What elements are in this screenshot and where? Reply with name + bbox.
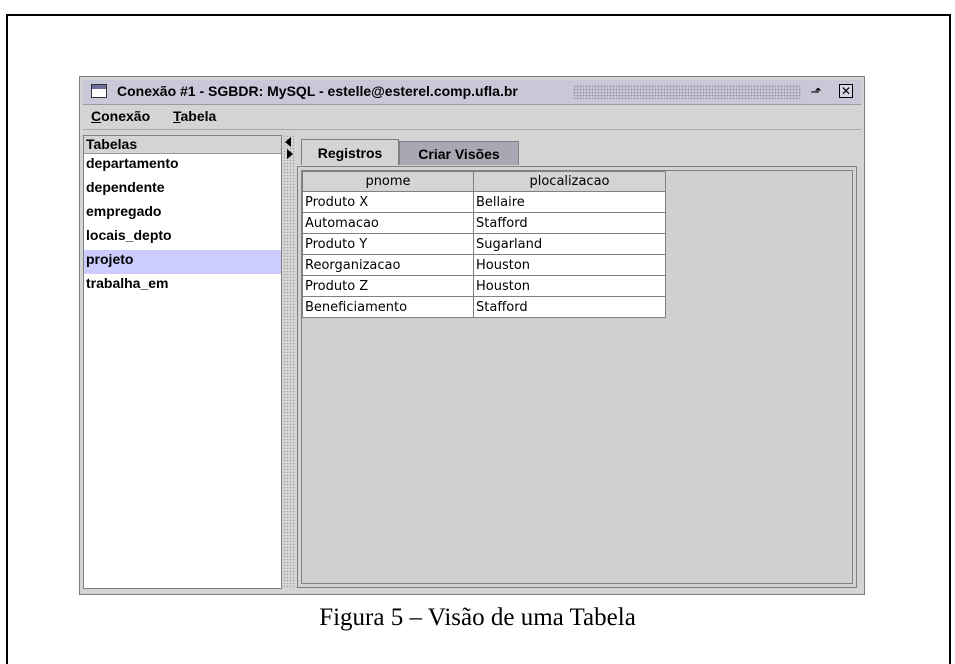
table-row[interactable]: Automacao Stafford [302, 212, 666, 234]
table-cell[interactable]: Houston [473, 275, 666, 297]
table-cell[interactable]: Reorganizacao [302, 254, 474, 276]
table-row[interactable]: Reorganizacao Houston [302, 254, 666, 276]
sidebar-item-empregado[interactable]: empregado [84, 202, 281, 226]
table-cell[interactable]: Sugarland [473, 233, 666, 255]
menu-tabela[interactable]: Tabela [173, 108, 216, 124]
collapse-right-icon[interactable] [287, 149, 293, 159]
sidebar-item-departamento[interactable]: departamento [84, 154, 281, 178]
restore-icon[interactable]: ⬏ [808, 84, 824, 100]
table-cell[interactable]: Stafford [473, 296, 666, 318]
menu-tabela-label: abela [180, 108, 217, 124]
table-cell[interactable]: Produto Y [302, 233, 474, 255]
close-icon[interactable]: ✕ [839, 84, 853, 98]
figure-caption: Figura 5 – Visão de uma Tabela [319, 604, 636, 631]
sidebar-item-locais-depto[interactable]: locais_depto [84, 226, 281, 250]
column-header-plocalizacao[interactable]: plocalizacao [473, 171, 666, 192]
table-row[interactable]: Produto Z Houston [302, 275, 666, 297]
table-row[interactable]: Produto Y Sugarland [302, 233, 666, 255]
table-cell[interactable]: Stafford [473, 212, 666, 234]
menu-tabela-mnemonic: T [173, 108, 181, 124]
window-icon [91, 84, 107, 98]
table-row[interactable]: Produto X Bellaire [302, 191, 666, 213]
tab-content: pnome plocalizacao Produto X Bellaire Au… [297, 166, 857, 588]
tables-list-panel: Tabelas departamento dependente empregad… [83, 135, 282, 589]
sidebar-item-projeto[interactable]: projeto [84, 250, 281, 274]
title-bar-texture [573, 85, 801, 99]
table-header-row: pnome plocalizacao [302, 171, 666, 192]
app-window: Conexão #1 - SGBDR: MySQL - estelle@este… [79, 76, 865, 595]
tab-criar-visoes[interactable]: Criar Visões [399, 141, 519, 165]
table-cell[interactable]: Bellaire [473, 191, 666, 213]
table-cell[interactable]: Houston [473, 254, 666, 276]
tab-registros[interactable]: Registros [301, 139, 399, 165]
window-title: Conexão #1 - SGBDR: MySQL - estelle@este… [117, 83, 518, 99]
sidebar-item-dependente[interactable]: dependente [84, 178, 281, 202]
menu-conexao-mnemonic: C [91, 108, 102, 124]
records-table: pnome plocalizacao Produto X Bellaire Au… [302, 171, 666, 318]
table-row[interactable]: Beneficiamento Stafford [302, 296, 666, 318]
title-bar[interactable]: Conexão #1 - SGBDR: MySQL - estelle@este… [83, 80, 861, 105]
table-cell[interactable]: Beneficiamento [302, 296, 474, 318]
table-cell[interactable]: Produto Z [302, 275, 474, 297]
records-view: pnome plocalizacao Produto X Bellaire Au… [301, 170, 853, 584]
collapse-left-icon[interactable] [285, 137, 291, 147]
tables-list-header: Tabelas [84, 136, 281, 154]
menu-conexao-label: onexão [101, 108, 151, 124]
sidebar-item-trabalha-em[interactable]: trabalha_em [84, 274, 281, 298]
column-header-pnome[interactable]: pnome [302, 171, 474, 192]
table-cell[interactable]: Produto X [302, 191, 474, 213]
menu-bar: Conexão Tabela [83, 105, 861, 130]
table-cell[interactable]: Automacao [302, 212, 474, 234]
split-pane-divider[interactable] [283, 135, 295, 589]
menu-conexao[interactable]: Conexão [91, 108, 150, 124]
